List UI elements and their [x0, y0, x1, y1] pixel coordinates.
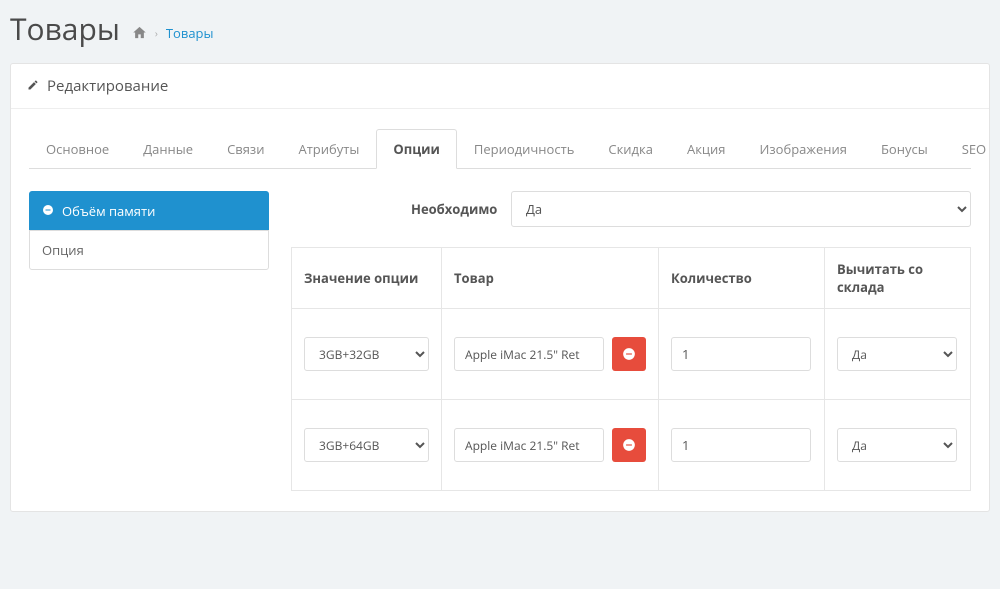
panel-heading: Редактирование — [11, 64, 989, 109]
page-header: Товары › Товары — [10, 8, 990, 49]
table-row: 3GB+32GB Да — [292, 309, 971, 400]
th-subtract-stock: Вычитать со склада — [825, 248, 971, 309]
tab-9[interactable]: Бонусы — [864, 129, 945, 169]
sidebar-item-memory[interactable]: Объём памяти — [29, 191, 269, 231]
product-tabs: ОсновноеДанныеСвязиАтрибутыОпцииПериодич… — [29, 129, 971, 169]
panel-title: Редактирование — [47, 76, 168, 96]
tab-4[interactable]: Опции — [376, 129, 457, 169]
pencil-icon — [27, 76, 39, 96]
sidebar-item-label: Опция — [42, 241, 84, 259]
tab-10[interactable]: SEO — [945, 129, 1000, 169]
tab-2[interactable]: Связи — [210, 129, 281, 169]
th-option-value: Значение опции — [292, 248, 442, 309]
product-input[interactable] — [454, 337, 604, 371]
option-value-select[interactable]: 3GB+32GB — [304, 337, 429, 371]
required-label: Необходимо — [291, 200, 511, 218]
tab-0[interactable]: Основное — [29, 129, 126, 169]
breadcrumb: › Товары — [132, 24, 214, 42]
table-row: 3GB+64GB Да — [292, 400, 971, 491]
subtract-stock-select[interactable]: Да — [837, 337, 957, 371]
minus-circle-icon — [42, 202, 54, 220]
product-input[interactable] — [454, 428, 604, 462]
sidebar-item-label: Объём памяти — [62, 202, 155, 220]
tab-6[interactable]: Скидка — [591, 129, 670, 169]
tab-7[interactable]: Акция — [670, 129, 743, 169]
home-icon[interactable] — [132, 25, 147, 40]
sidebar-item-add-option[interactable]: Опция — [29, 230, 269, 270]
option-values-table: Значение опции Товар Количество Вычитать… — [291, 247, 971, 491]
option-sidebar: Объём памяти Опция — [29, 191, 269, 270]
edit-panel: Редактирование ОсновноеДанныеСвязиАтрибу… — [10, 63, 990, 512]
required-select[interactable]: Да — [511, 191, 971, 227]
quantity-input[interactable] — [671, 337, 811, 371]
remove-button[interactable] — [612, 428, 646, 462]
page-title: Товары — [10, 8, 120, 49]
remove-button[interactable] — [612, 337, 646, 371]
tab-3[interactable]: Атрибуты — [281, 129, 376, 169]
tab-5[interactable]: Периодичность — [457, 129, 592, 169]
quantity-input[interactable] — [671, 428, 811, 462]
option-value-select[interactable]: 3GB+64GB — [304, 428, 429, 462]
th-product: Товар — [442, 248, 659, 309]
th-quantity: Количество — [659, 248, 825, 309]
tab-1[interactable]: Данные — [126, 129, 210, 169]
option-main: Необходимо Да Значение опции Товар — [291, 191, 971, 491]
breadcrumb-separator: › — [155, 26, 158, 40]
breadcrumb-link-products[interactable]: Товары — [166, 24, 214, 42]
minus-circle-icon — [622, 438, 636, 452]
tab-8[interactable]: Изображения — [743, 129, 864, 169]
minus-circle-icon — [622, 347, 636, 361]
subtract-stock-select[interactable]: Да — [837, 428, 957, 462]
